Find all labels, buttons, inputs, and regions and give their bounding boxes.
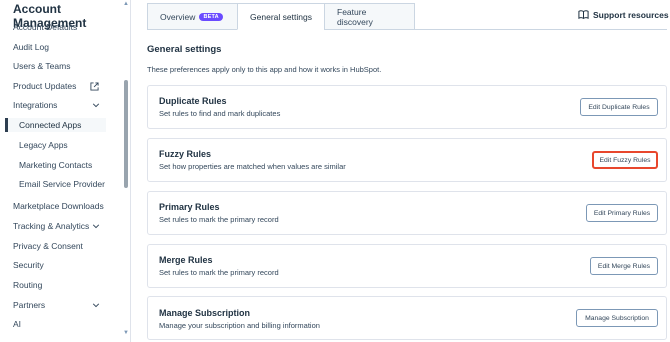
edit-duplicate-rules-button[interactable]: Edit Duplicate Rules [580, 98, 658, 116]
sidebar-item-audit-log[interactable]: Audit Log [13, 40, 113, 54]
sidebar-item-routing[interactable]: Routing [13, 278, 113, 292]
sidebar-item-connected-apps[interactable]: Connected Apps [5, 118, 106, 132]
edit-fuzzy-rules-button[interactable]: Edit Fuzzy Rules [592, 151, 658, 169]
card-title: Fuzzy Rules [159, 149, 212, 159]
edit-primary-rules-button[interactable]: Edit Primary Rules [586, 204, 658, 222]
support-resources-label: Support resources [593, 9, 669, 20]
tab-feature-discovery-label: Feature discovery [337, 6, 373, 27]
sidebar-item-legacy-apps[interactable]: Legacy Apps [19, 138, 119, 152]
tab-bar: Overview BETA General settings Feature d… [147, 3, 415, 30]
card-title: Primary Rules [159, 202, 220, 212]
chevron-down-icon[interactable] [92, 101, 100, 109]
sidebar-item-marketing-contacts[interactable]: Marketing Contacts [19, 158, 119, 172]
support-resources-link[interactable]: Support resources [578, 9, 669, 20]
chevron-down-icon[interactable] [92, 222, 100, 230]
sidebar-item-email-service-provider[interactable]: Email Service Provider [19, 177, 119, 191]
sidebar-item-marketplace-downloads[interactable]: Marketplace Downloads [13, 199, 113, 213]
card-description: Set rules to mark the primary record [159, 215, 279, 224]
external-link-icon [90, 82, 99, 91]
tab-overview-label: Overview [160, 11, 196, 22]
card-description: Manage your subscription and billing inf… [159, 321, 320, 330]
manage-subscription-card: Manage Subscription Manage your subscrip… [147, 296, 667, 340]
book-icon [578, 10, 589, 20]
fuzzy-rules-card: Fuzzy Rules Set how properties are match… [147, 138, 667, 182]
primary-rules-card: Primary Rules Set rules to mark the prim… [147, 191, 667, 235]
sidebar-item-ai[interactable]: AI [13, 317, 113, 331]
tab-general-settings[interactable]: General settings [237, 3, 325, 30]
scroll-down-arrow-icon[interactable]: ▼ [123, 330, 129, 336]
card-title: Manage Subscription [159, 308, 251, 318]
sidebar-item-privacy-consent[interactable]: Privacy & Consent [13, 239, 113, 253]
card-description: Set rules to find and mark duplicates [159, 109, 281, 118]
duplicate-rules-card: Duplicate Rules Set rules to find and ma… [147, 85, 667, 129]
sidebar-item-account-defaults[interactable]: Account Defaults [13, 20, 113, 34]
sidebar-scrollbar-thumb[interactable] [124, 80, 128, 188]
card-title: Duplicate Rules [159, 96, 227, 106]
edit-merge-rules-button[interactable]: Edit Merge Rules [590, 257, 658, 275]
tab-general-settings-label: General settings [250, 11, 312, 22]
settings-sidebar: Account Management Account Defaults Audi… [0, 0, 131, 342]
chevron-down-icon[interactable] [92, 301, 100, 309]
page-title: General settings [147, 44, 222, 55]
card-title: Merge Rules [159, 255, 213, 265]
sidebar-item-security[interactable]: Security [13, 258, 113, 272]
merge-rules-card: Merge Rules Set rules to mark the primar… [147, 244, 667, 288]
sidebar-item-users-teams[interactable]: Users & Teams [13, 59, 113, 73]
scroll-up-arrow-icon[interactable]: ▲ [123, 1, 129, 7]
tab-overview[interactable]: Overview BETA [147, 3, 238, 30]
tab-feature-discovery[interactable]: Feature discovery [324, 3, 415, 30]
card-description: Set how properties are matched when valu… [159, 162, 346, 171]
beta-badge: BETA [199, 12, 223, 21]
card-description: Set rules to mark the primary record [159, 268, 279, 277]
page-description: These preferences apply only to this app… [147, 65, 382, 74]
manage-subscription-button[interactable]: Manage Subscription [576, 309, 658, 327]
